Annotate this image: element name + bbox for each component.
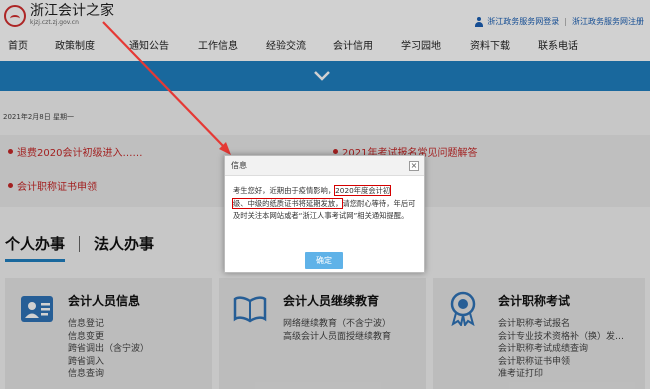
close-icon[interactable]: ×	[409, 161, 419, 171]
info-dialog: 信息 × 考生您好，近期由于疫情影响，2020年度会计初 级、中级的纸质证书将延期…	[224, 155, 425, 273]
highlighted-text: 级、中级的纸质证书将延期发放，	[231, 197, 344, 209]
dialog-title: 信息	[231, 161, 247, 170]
ok-button[interactable]: 确定	[305, 252, 343, 269]
highlighted-text: 2020年度会计初	[334, 185, 392, 196]
dialog-header: 信息 ×	[225, 156, 424, 176]
dialog-message: 考生您好，近期由于疫情影响，2020年度会计初 级、中级的纸质证书将延期发放，请您…	[231, 185, 417, 223]
message-text: 考生您好，近期由于疫情影响，	[233, 186, 336, 195]
